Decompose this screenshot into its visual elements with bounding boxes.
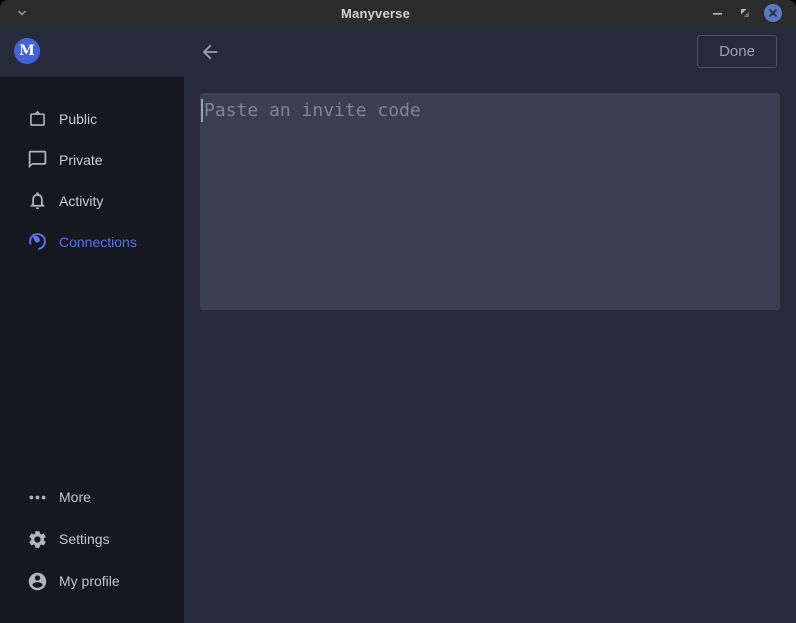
sidebar-item-label: Public (59, 111, 97, 127)
invite-code-input[interactable] (200, 93, 780, 310)
sidebar-item-private[interactable]: Private (0, 139, 184, 180)
sidebar-item-label: Activity (59, 193, 103, 209)
chat-bubble-icon (26, 149, 48, 171)
sidebar-item-activity[interactable]: Activity (0, 180, 184, 221)
sidebar-item-connections[interactable]: Connections (0, 221, 184, 262)
app-header: M Done (0, 26, 796, 77)
invite-code-field-wrap (200, 93, 780, 310)
sidebar-item-label: Settings (59, 531, 110, 547)
bulletin-board-icon (26, 108, 48, 130)
window-title: Manyverse (341, 0, 410, 26)
main-content (184, 77, 796, 623)
sidebar-item-label: More (59, 489, 91, 505)
manyverse-logo[interactable]: M (14, 38, 40, 64)
sidebar: Public Private A (0, 77, 184, 623)
window-controls (708, 0, 782, 26)
titlebar: Manyverse (0, 0, 796, 26)
sidebar-footer-nav: More Settings My (0, 476, 184, 602)
sidebar-item-label: My profile (59, 573, 120, 589)
account-circle-icon (26, 570, 48, 592)
sidebar-item-public[interactable]: Public (0, 98, 184, 139)
sidebar-item-more[interactable]: More (0, 476, 184, 518)
gear-icon (26, 528, 48, 550)
sidebar-item-label: Connections (59, 234, 137, 250)
maximize-icon[interactable] (736, 4, 754, 22)
sidebar-item-label: Private (59, 152, 103, 168)
app-body: Public Private A (0, 77, 796, 623)
sidebar-item-my-profile[interactable]: My profile (0, 560, 184, 602)
manyverse-window: Manyverse M Done (0, 0, 796, 623)
back-arrow-icon[interactable] (197, 39, 223, 65)
gauge-icon (26, 231, 48, 253)
close-icon[interactable] (764, 4, 782, 22)
dots-horizontal-icon (26, 486, 48, 508)
sidebar-item-settings[interactable]: Settings (0, 518, 184, 560)
bell-icon (26, 190, 48, 212)
minimize-icon[interactable] (708, 4, 726, 22)
chevron-down-icon[interactable] (13, 4, 31, 22)
done-button[interactable]: Done (697, 35, 777, 68)
sidebar-main-nav: Public Private A (0, 98, 184, 262)
